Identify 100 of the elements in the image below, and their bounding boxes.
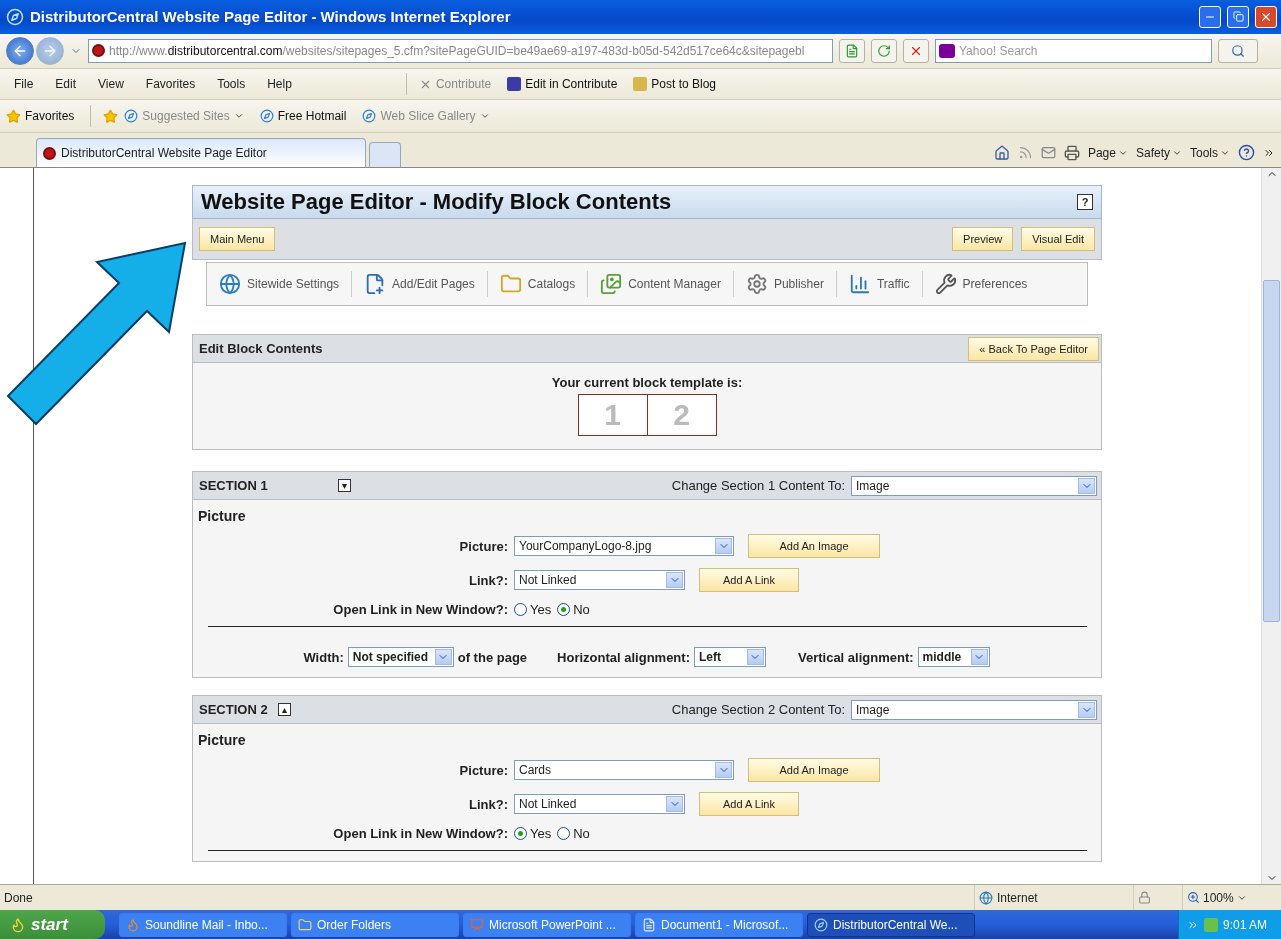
content-type-label: Change Section 1 Content To: [671, 478, 845, 494]
search-button[interactable] [1218, 38, 1258, 63]
browser-tab[interactable]: DistributorCentral Website Page Editor [36, 138, 366, 168]
field-label: Picture: [458, 762, 508, 778]
nav-link[interactable]: Sitewide Settings [219, 273, 340, 296]
field-label: Horizontal alignment: [557, 649, 690, 665]
nav-link[interactable]: Traffic [848, 273, 910, 296]
radio-option[interactable]: No [557, 602, 590, 618]
feeds-icon[interactable] [1017, 145, 1033, 161]
add-favorite-icon[interactable] [103, 108, 119, 124]
taskbar-button[interactable]: DistributorCentral We... [807, 912, 975, 937]
menu-item[interactable]: View [90, 77, 132, 92]
radio-button[interactable] [514, 603, 527, 617]
radio-button[interactable] [557, 827, 571, 841]
stop-button[interactable] [903, 38, 929, 63]
toolbar-button[interactable]: Edit in Contribute [507, 77, 618, 92]
menu-item[interactable]: File [6, 77, 42, 92]
horizontal-alignment-select[interactable]: Left [693, 647, 766, 668]
window-title: DistributorCentral Website Page Editor - Windows Internet Explorer [30, 8, 512, 26]
help-button[interactable]: ? [1077, 194, 1093, 211]
lock-icon [1138, 891, 1151, 905]
compatibility-button[interactable] [839, 38, 865, 63]
radio-button[interactable] [514, 827, 527, 841]
new-tab-button[interactable] [369, 142, 401, 168]
command-menu[interactable]: Safety [1135, 145, 1182, 160]
action-button[interactable]: Preview [952, 227, 1014, 252]
menu-item[interactable]: Favorites [137, 77, 204, 92]
content-type-select[interactable]: Image [851, 699, 1097, 720]
app-icon [470, 917, 484, 932]
restore-button[interactable] [1227, 5, 1249, 28]
close-button[interactable] [1255, 5, 1277, 28]
print-icon[interactable] [1063, 144, 1080, 161]
nav-link[interactable]: Add/Edit Pages [364, 273, 475, 296]
blog-icon [633, 77, 648, 92]
favorites-link[interactable]: Free Hotmail [259, 109, 347, 124]
add-link-button[interactable]: Add A Link [699, 792, 799, 817]
scrollbar[interactable] [1261, 168, 1281, 885]
toggle-button[interactable]: ▴ [277, 703, 291, 717]
radio-option[interactable]: No [557, 826, 590, 842]
start-logo-icon [10, 916, 26, 933]
scrollbar-thumb[interactable] [1263, 280, 1280, 623]
start-button[interactable]: start [0, 910, 105, 939]
back-button[interactable] [6, 36, 34, 65]
zoom-control[interactable]: 100% [1187, 890, 1247, 905]
width-select[interactable]: Not specified [347, 647, 454, 668]
add-image-button[interactable]: Add An Image [748, 534, 880, 559]
section-subtitle: Picture [198, 732, 247, 749]
favorites-button[interactable]: Favorites [6, 108, 75, 124]
field-label: Picture: [458, 538, 508, 554]
add-link-button[interactable]: Add A Link [699, 568, 799, 593]
taskbar-button[interactable]: Order Folders [291, 912, 459, 937]
minimize-button[interactable] [1199, 5, 1221, 28]
toggle-button[interactable]: ▾ [337, 479, 351, 493]
main-menu-button[interactable]: Main Menu [199, 227, 276, 252]
taskbar-button[interactable]: Microsoft PowerPoint ... [463, 912, 631, 937]
nav-link[interactable]: Publisher [745, 273, 824, 296]
mail-icon[interactable] [1040, 145, 1056, 161]
command-menu[interactable]: Page [1087, 145, 1128, 160]
globe-icon [979, 890, 993, 905]
link-select[interactable]: Not Linked [514, 570, 685, 591]
field-label: of the page [457, 649, 528, 665]
refresh-button[interactable] [871, 38, 897, 63]
page-icon [845, 43, 859, 58]
clock: 9:01 AM [1222, 917, 1267, 932]
field-label: Link?: [468, 572, 508, 588]
action-button[interactable]: Visual Edit [1021, 227, 1095, 252]
section-subtitle: Picture [198, 508, 247, 525]
field-label: Link?: [468, 796, 508, 812]
site-favicon-icon [92, 44, 105, 58]
picture-select[interactable]: Cards [514, 760, 734, 781]
link-select[interactable]: Not Linked [514, 794, 685, 815]
home-icon[interactable] [993, 144, 1010, 161]
back-to-page-editor-button[interactable]: « Back To Page Editor [968, 336, 1099, 361]
address-field[interactable]: http://www.distributorcentral.com/websites/sitepages_5.cfm?sitePageGUID=be49ae69-a197-483d-b05d-542d517ce64c&sitepagebl [88, 38, 833, 63]
field-label: Open Link in New Window?: [332, 602, 508, 618]
menu-item[interactable]: Help [259, 77, 300, 92]
app-icon [642, 917, 656, 932]
radio-option[interactable]: Yes [514, 602, 552, 618]
taskbar-button[interactable]: Soundline Mail - Inbo... [119, 912, 287, 937]
picture-select[interactable]: YourCompanyLogo-8.jpg [514, 536, 734, 557]
radio-button[interactable] [557, 603, 571, 617]
command-menu[interactable]: Tools [1190, 145, 1230, 160]
block-template-diagram: 1 2 [577, 394, 717, 437]
forward-button[interactable] [36, 36, 64, 65]
menu-item[interactable]: Tools [209, 77, 254, 92]
web-page-icon [259, 109, 274, 124]
taskbar-button[interactable]: Document1 - Microsof... [635, 912, 803, 937]
menu-item[interactable]: Edit [47, 77, 85, 92]
nav-link[interactable]: Preferences [934, 273, 1028, 296]
search-provider-icon [939, 43, 955, 58]
add-image-button[interactable]: Add An Image [748, 758, 880, 783]
content-type-select[interactable]: Image [851, 475, 1097, 496]
toolbar-button[interactable]: Post to Blog [633, 77, 717, 92]
radio-option[interactable]: Yes [514, 826, 552, 842]
web-page-icon [124, 109, 139, 124]
nav-link[interactable]: Content Manager [600, 273, 721, 296]
vertical-alignment-select[interactable]: middle [917, 647, 990, 668]
content-type-label: Change Section 2 Content To: [671, 702, 845, 718]
help-icon[interactable] [1238, 144, 1255, 162]
nav-link[interactable]: Catalogs [499, 273, 576, 296]
